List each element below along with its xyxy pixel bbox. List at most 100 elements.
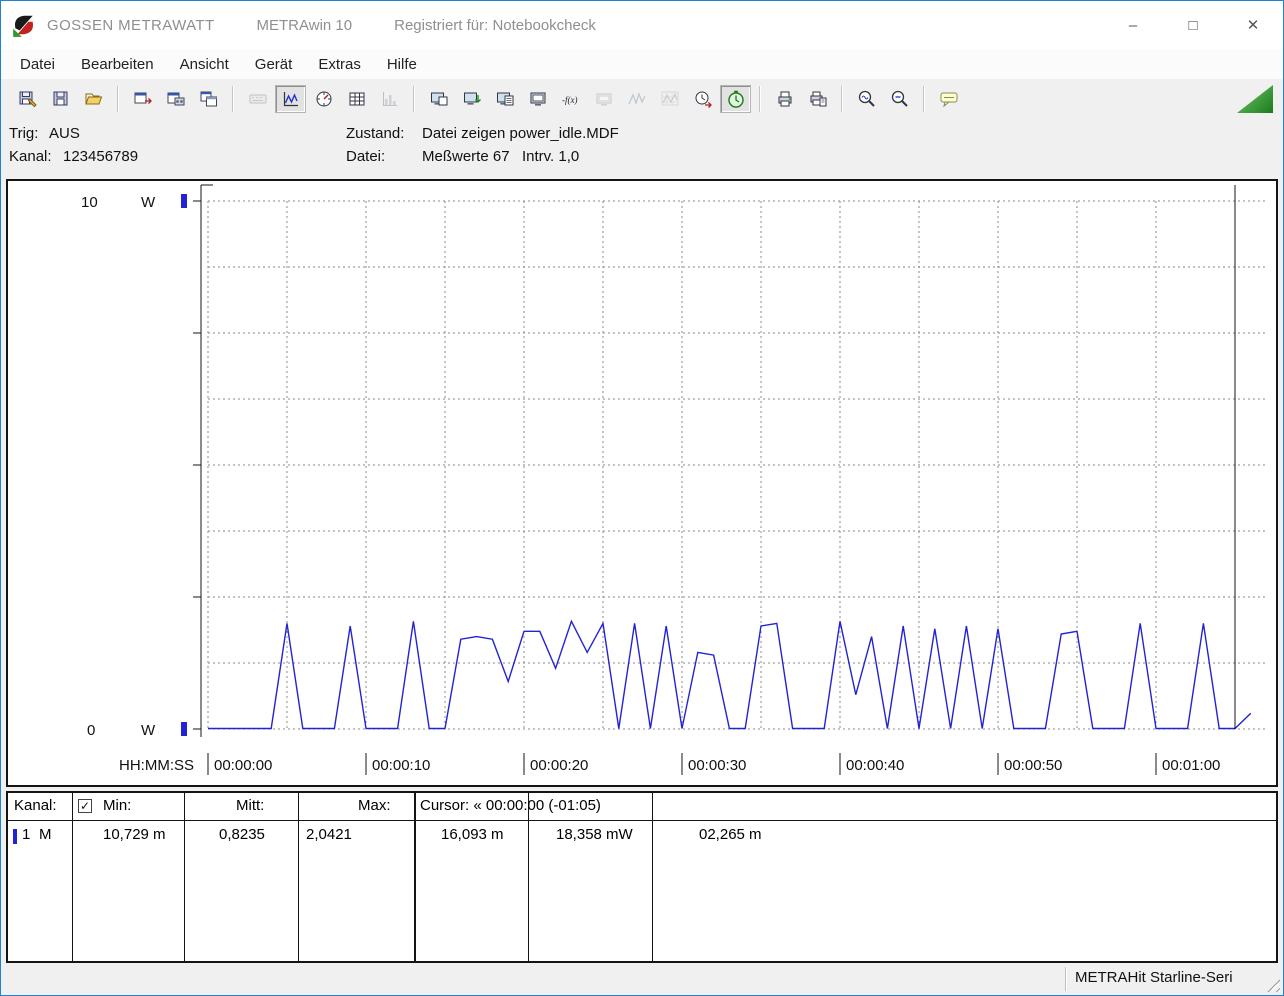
window-export-icon bbox=[133, 89, 153, 109]
save-report-button[interactable] bbox=[12, 85, 43, 113]
channel-visible-checkbox[interactable]: ✓ bbox=[78, 799, 92, 813]
y-unit-bottom: W bbox=[141, 722, 156, 739]
channel-table: Kanal: ✓ Min: Mitt: Max: Cursor: « 00:00… bbox=[6, 791, 1278, 963]
open-folder-button[interactable] bbox=[78, 85, 109, 113]
analog-meter-view-icon bbox=[314, 89, 334, 109]
minimize-button[interactable]: – bbox=[1103, 1, 1163, 49]
x-tick-label: 00:00:30 bbox=[688, 757, 746, 774]
zustand-value: Datei zeigen power_idle.MDF bbox=[422, 125, 619, 142]
menu-hilfe[interactable]: Hilfe bbox=[374, 51, 430, 78]
channel-range-markers bbox=[181, 194, 187, 736]
zoom-in-icon bbox=[857, 89, 877, 109]
status-indicator-triangle bbox=[1237, 85, 1273, 113]
datei-value: Meßwerte 67 bbox=[422, 148, 510, 165]
close-button[interactable]: ✕ bbox=[1223, 1, 1283, 49]
toolbar-separator bbox=[413, 86, 415, 112]
maximize-button[interactable]: □ bbox=[1163, 1, 1223, 49]
trig-value: AUS bbox=[49, 125, 80, 142]
save-icon bbox=[51, 89, 71, 109]
menu-datei[interactable]: Datei bbox=[7, 51, 68, 78]
table-separator bbox=[528, 793, 529, 961]
window-forward-icon bbox=[199, 89, 219, 109]
menu-ansicht[interactable]: Ansicht bbox=[167, 51, 242, 78]
title-bar[interactable]: GOSSEN METRAWATT METRAwin 10 Registriert… bbox=[1, 1, 1283, 49]
device-display-icon bbox=[594, 89, 614, 109]
intrv-value: Intrv. 1,0 bbox=[522, 148, 580, 165]
export-data-button[interactable] bbox=[160, 85, 191, 113]
x-tick-label: 00:00:20 bbox=[530, 757, 588, 774]
app-logo-icon bbox=[11, 12, 37, 38]
x-tick-label: 00:00:00 bbox=[214, 757, 272, 774]
table-header-underline bbox=[8, 820, 1276, 821]
header-kanal: Kanal: bbox=[14, 797, 57, 814]
header-cursor: Cursor: « 00:00:00 (-01:05) bbox=[420, 797, 601, 814]
power-trend-chart[interactable]: 10 W 0 W HH:MM:SS 00:00:00 00:00:10 00:00:20 00:… bbox=[8, 181, 1274, 783]
waveform-icon bbox=[627, 89, 647, 109]
print-copy-icon bbox=[808, 89, 828, 109]
brand-text: GOSSEN METRAWATT bbox=[47, 16, 215, 34]
y-min-label: 0 bbox=[87, 722, 95, 739]
row-channel: 1 bbox=[22, 826, 31, 843]
window-forward-button[interactable] bbox=[193, 85, 224, 113]
print-button[interactable] bbox=[769, 85, 800, 113]
row-flag: M bbox=[39, 826, 52, 843]
zoom-out-button[interactable] bbox=[884, 85, 915, 113]
row-cursor-a: 16,093 m bbox=[441, 826, 504, 843]
histogram-view-button bbox=[374, 85, 405, 113]
device-name: METRAHit Starline-Seri bbox=[1075, 969, 1233, 986]
datei-label: Datei: bbox=[346, 148, 386, 165]
header-mitt: Mitt: bbox=[236, 797, 265, 814]
chart-axes bbox=[193, 184, 213, 737]
x-tick-label: 00:00:40 bbox=[846, 757, 904, 774]
save-report-icon bbox=[18, 89, 38, 109]
chart-grid bbox=[207, 200, 1267, 730]
channel-color-swatch bbox=[13, 829, 17, 844]
stopwatch-icon bbox=[726, 89, 746, 109]
table-view-icon bbox=[347, 89, 367, 109]
row-cursor-b: 18,358 mW bbox=[556, 826, 633, 843]
device-download-button[interactable] bbox=[456, 85, 487, 113]
status-bar: METRAHit Starline-Seri bbox=[1, 963, 1283, 995]
toolbar-separator bbox=[232, 86, 234, 112]
toolbar-separator bbox=[759, 86, 761, 112]
waveform-button bbox=[621, 85, 652, 113]
analog-meter-view-button[interactable] bbox=[308, 85, 339, 113]
statusbar-separator bbox=[1065, 967, 1067, 991]
channel-1-trace bbox=[208, 619, 1252, 730]
toolbar-separator bbox=[117, 86, 119, 112]
tooltip-button[interactable] bbox=[933, 85, 964, 113]
menu-bar: Datei Bearbeiten Ansicht Gerät Extras Hilfe bbox=[1, 49, 1283, 79]
device-list-button[interactable] bbox=[489, 85, 520, 113]
menu-extras[interactable]: Extras bbox=[305, 51, 374, 78]
table-separator bbox=[414, 793, 416, 961]
formula-icon: -f(x) bbox=[561, 89, 581, 109]
trig-label: Trig: bbox=[9, 125, 39, 142]
tooltip-icon bbox=[939, 89, 959, 109]
device-list-icon bbox=[495, 89, 515, 109]
clock-export-button[interactable] bbox=[687, 85, 718, 113]
menu-geraet[interactable]: Gerät bbox=[242, 51, 306, 78]
device-monitor-button[interactable] bbox=[522, 85, 553, 113]
save-button[interactable] bbox=[45, 85, 76, 113]
x-tick-label: 00:01:00 bbox=[1162, 757, 1220, 774]
y-max-label: 10 bbox=[81, 194, 98, 211]
device-window-button[interactable] bbox=[423, 85, 454, 113]
formula-button[interactable]: -f(x) bbox=[555, 85, 586, 113]
svg-text:-f(x): -f(x) bbox=[562, 95, 578, 105]
row-max: 2,0421 bbox=[306, 826, 352, 843]
row-min: 10,729 m bbox=[103, 826, 166, 843]
header-max: Max: bbox=[358, 797, 391, 814]
window-export-button[interactable] bbox=[127, 85, 158, 113]
x-tick-label: 00:00:10 bbox=[372, 757, 430, 774]
keyboard-icon bbox=[248, 89, 268, 109]
resize-grip-icon[interactable] bbox=[1263, 975, 1280, 992]
table-view-button[interactable] bbox=[341, 85, 372, 113]
table-separator bbox=[72, 793, 73, 961]
print-copy-button[interactable] bbox=[802, 85, 833, 113]
device-download-icon bbox=[462, 89, 482, 109]
app-window: GOSSEN METRAWATT METRAwin 10 Registriert… bbox=[0, 0, 1284, 996]
menu-bearbeiten[interactable]: Bearbeiten bbox=[68, 51, 167, 78]
stopwatch-button[interactable] bbox=[720, 85, 751, 113]
zoom-in-button[interactable] bbox=[851, 85, 882, 113]
line-chart-view-button[interactable] bbox=[275, 85, 306, 113]
